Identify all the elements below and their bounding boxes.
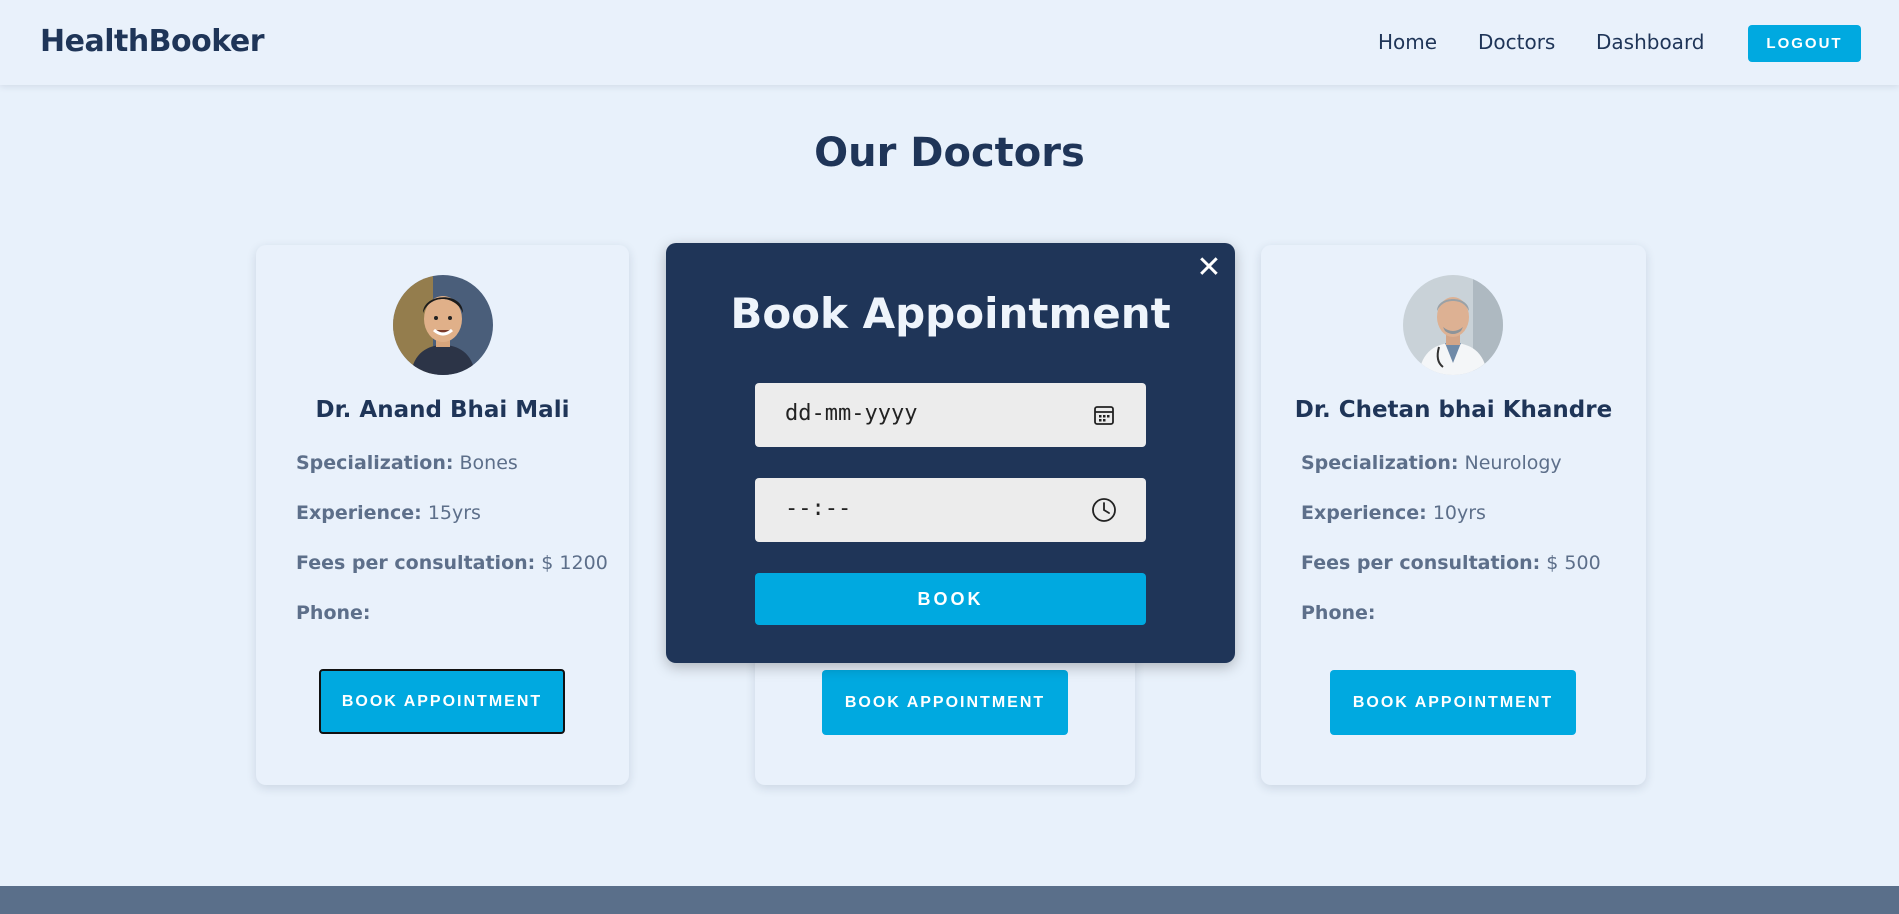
doctor-specialization: Specialization: Neurology bbox=[1301, 452, 1562, 474]
brand-logo[interactable]: HealthBooker bbox=[40, 24, 265, 59]
nav-link-home[interactable]: Home bbox=[1378, 30, 1437, 54]
fees-value: $ 500 bbox=[1546, 552, 1601, 574]
doctor-name: Dr. Chetan bhai Khandre bbox=[1294, 397, 1613, 423]
book-appointment-modal: ✕ Book Appointment dd-mm-yyyy --:-- BOOK bbox=[666, 243, 1235, 663]
date-placeholder: dd-mm-yyyy bbox=[785, 401, 918, 426]
phone-label: Phone: bbox=[296, 602, 371, 624]
book-appointment-button[interactable]: BOOK APPOINTMENT bbox=[319, 669, 565, 734]
doctor-avatar bbox=[1403, 275, 1503, 375]
doctor-card: Dr. Chetan bhai Khandre Specialization: … bbox=[1261, 245, 1646, 785]
book-appointment-button[interactable]: BOOK APPOINTMENT bbox=[1330, 670, 1576, 735]
time-input[interactable]: --:-- bbox=[755, 478, 1146, 542]
doctor-fees: Fees per consultation: $ 1200 bbox=[296, 552, 608, 574]
phone-label: Phone: bbox=[1301, 602, 1376, 624]
book-button[interactable]: BOOK bbox=[755, 573, 1146, 625]
time-placeholder: --:-- bbox=[785, 496, 852, 521]
experience-value: 15yrs bbox=[427, 502, 481, 524]
specialization-value: Bones bbox=[459, 452, 518, 474]
date-input[interactable]: dd-mm-yyyy bbox=[755, 383, 1146, 447]
doctor-experience: Experience: 10yrs bbox=[1301, 502, 1486, 524]
footer bbox=[0, 886, 1899, 914]
doctor-card: Dr. Anand Bhai Mali Specialization: Bone… bbox=[256, 245, 629, 785]
specialization-label: Specialization: bbox=[1301, 452, 1459, 474]
fees-label: Fees per consultation: bbox=[1301, 552, 1541, 574]
doctor-avatar bbox=[393, 275, 493, 375]
close-icon[interactable]: ✕ bbox=[1194, 253, 1224, 283]
experience-label: Experience: bbox=[1301, 502, 1427, 524]
logout-button[interactable]: LOGOUT bbox=[1748, 25, 1861, 62]
doctor-phone: Phone: bbox=[296, 602, 371, 624]
doctor-name: Dr. Anand Bhai Mali bbox=[315, 397, 570, 423]
fees-label: Fees per consultation: bbox=[296, 552, 536, 574]
doctor-specialization: Specialization: Bones bbox=[296, 452, 518, 474]
experience-label: Experience: bbox=[296, 502, 422, 524]
book-appointment-button[interactable]: BOOK APPOINTMENT bbox=[822, 670, 1068, 735]
doctor-experience: Experience: 15yrs bbox=[296, 502, 481, 524]
experience-value: 10yrs bbox=[1432, 502, 1486, 524]
doctor-fees: Fees per consultation: $ 500 bbox=[1301, 552, 1601, 574]
clock-icon[interactable] bbox=[1091, 497, 1117, 523]
nav-link-doctors[interactable]: Doctors bbox=[1478, 30, 1555, 54]
modal-title: Book Appointment bbox=[730, 289, 1171, 338]
fees-value: $ 1200 bbox=[541, 552, 608, 574]
specialization-label: Specialization: bbox=[296, 452, 454, 474]
calendar-icon[interactable] bbox=[1091, 402, 1117, 428]
navbar: HealthBooker Home Doctors Dashboard LOGO… bbox=[0, 0, 1899, 85]
page-title: Our Doctors bbox=[814, 130, 1085, 176]
doctor-phone: Phone: bbox=[1301, 602, 1376, 624]
specialization-value: Neurology bbox=[1464, 452, 1562, 474]
nav-link-dashboard[interactable]: Dashboard bbox=[1596, 30, 1705, 54]
